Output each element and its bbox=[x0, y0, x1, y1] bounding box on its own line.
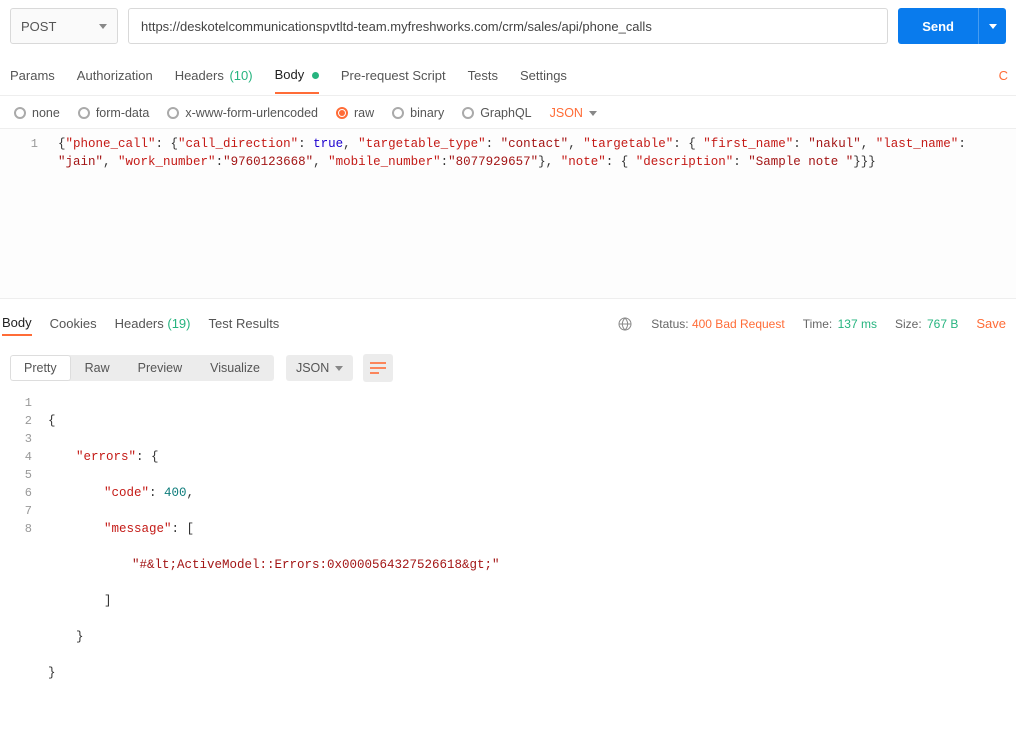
tab-tests[interactable]: Tests bbox=[468, 58, 498, 93]
radio-icon bbox=[14, 107, 26, 119]
chevron-down-icon bbox=[989, 24, 997, 29]
tab-params[interactable]: Params bbox=[10, 58, 55, 93]
response-time: Time: 137 ms bbox=[803, 317, 877, 331]
view-mode-raw[interactable]: Raw bbox=[71, 355, 124, 381]
body-type-graphql[interactable]: GraphQL bbox=[462, 106, 531, 120]
save-response-button[interactable]: Save bbox=[976, 316, 1006, 331]
request-body-editor[interactable]: 1 {"phone_call": {"call_direction": true… bbox=[0, 129, 1016, 299]
tab-headers-count: (10) bbox=[229, 68, 252, 83]
body-type-none[interactable]: none bbox=[14, 106, 60, 120]
response-tab-body[interactable]: Body bbox=[2, 311, 32, 336]
body-type-form-data[interactable]: form-data bbox=[78, 106, 150, 120]
body-type-raw[interactable]: raw bbox=[336, 106, 374, 120]
response-tab-test-results[interactable]: Test Results bbox=[209, 312, 280, 335]
chevron-down-icon bbox=[589, 111, 597, 116]
globe-icon bbox=[617, 316, 633, 332]
line-gutter: 12345678 bbox=[0, 394, 48, 718]
send-button[interactable]: Send bbox=[898, 8, 978, 44]
tab-authorization[interactable]: Authorization bbox=[77, 58, 153, 93]
http-method-select[interactable]: POST bbox=[10, 8, 118, 44]
response-tab-headers[interactable]: Headers (19) bbox=[115, 312, 191, 335]
view-mode-pretty[interactable]: Pretty bbox=[10, 355, 71, 381]
tab-headers[interactable]: Headers (10) bbox=[175, 58, 253, 93]
modified-indicator-icon bbox=[312, 72, 319, 79]
response-status: Status: 400 Bad Request bbox=[651, 317, 784, 331]
tab-body-label: Body bbox=[275, 67, 305, 82]
response-tab-cookies[interactable]: Cookies bbox=[50, 312, 97, 335]
request-url-input[interactable] bbox=[128, 8, 888, 44]
radio-icon bbox=[167, 107, 179, 119]
http-method-value: POST bbox=[21, 19, 56, 34]
wrap-icon bbox=[369, 361, 387, 375]
chevron-down-icon bbox=[335, 366, 343, 371]
tab-prerequest-script[interactable]: Pre-request Script bbox=[341, 58, 446, 93]
radio-icon bbox=[78, 107, 90, 119]
response-view-mode-group: Pretty Raw Preview Visualize bbox=[10, 355, 274, 381]
tab-headers-label: Headers bbox=[175, 68, 224, 83]
line-gutter: 1 bbox=[0, 135, 58, 298]
radio-icon bbox=[392, 107, 404, 119]
view-mode-visualize[interactable]: Visualize bbox=[196, 355, 274, 381]
request-body-code: {"phone_call": {"call_direction": true, … bbox=[58, 135, 1016, 298]
tab-settings[interactable]: Settings bbox=[520, 58, 567, 93]
radio-icon bbox=[336, 107, 348, 119]
raw-content-type-select[interactable]: JSON bbox=[550, 106, 597, 120]
send-dropdown-button[interactable] bbox=[978, 8, 1006, 44]
view-mode-preview[interactable]: Preview bbox=[124, 355, 196, 381]
wrap-lines-button[interactable] bbox=[363, 354, 393, 382]
tabs-overflow-indicator: C bbox=[999, 68, 1008, 83]
chevron-down-icon bbox=[99, 24, 107, 29]
response-body-code: { "errors": { "code": 400, "message": [ … bbox=[48, 394, 500, 718]
radio-icon bbox=[462, 107, 474, 119]
response-body-editor[interactable]: 12345678 { "errors": { "code": 400, "mes… bbox=[0, 388, 1016, 748]
tab-body[interactable]: Body bbox=[275, 57, 319, 94]
body-type-xwww[interactable]: x-www-form-urlencoded bbox=[167, 106, 318, 120]
response-size: Size: 767 B bbox=[895, 317, 958, 331]
body-type-binary[interactable]: binary bbox=[392, 106, 444, 120]
response-content-type-select[interactable]: JSON bbox=[286, 355, 353, 381]
